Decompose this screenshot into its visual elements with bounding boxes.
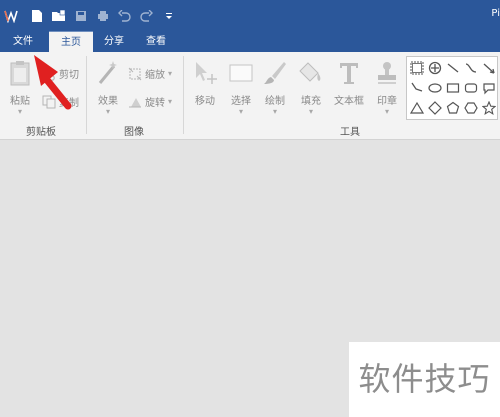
- effects-label: 效果: [98, 96, 118, 107]
- magic-wand-icon: [98, 61, 117, 84]
- paste-button[interactable]: 粘贴 ▾: [6, 60, 34, 116]
- clipboard-group-label: 剪贴板: [26, 127, 56, 138]
- stamp-tool-button[interactable]: 印章 ▾: [372, 60, 402, 116]
- tools-group-label: 工具: [340, 127, 360, 138]
- customize-icon[interactable]: [164, 8, 174, 24]
- select-dropdown-icon: ▾: [238, 107, 243, 116]
- arrow-line-icon[interactable]: [482, 61, 496, 75]
- ribbon-tabs: 文件 主页 分享 查看: [0, 31, 500, 52]
- triangle-icon[interactable]: [410, 101, 424, 115]
- print-icon[interactable]: [96, 8, 110, 24]
- title-bar: Pi: [0, 0, 500, 31]
- paste-label: 粘贴: [10, 96, 30, 107]
- save-icon[interactable]: [74, 8, 88, 24]
- effects-dropdown-icon: ▾: [105, 107, 110, 116]
- ribbon: 粘贴 ▾ 剪切 复制 剪贴板 效果 ▾ 缩放 ▾ 旋转 ▾ 图像 移动 选择 ▾…: [0, 52, 500, 140]
- brush-icon: [264, 62, 286, 84]
- pentagon-icon[interactable]: [446, 101, 460, 115]
- move-label: 移动: [195, 96, 215, 107]
- paint-bucket-icon: [299, 62, 321, 82]
- resize-icon: [128, 67, 142, 80]
- rectangle-icon[interactable]: [446, 81, 460, 95]
- select-label: 选择: [231, 96, 251, 107]
- star-icon[interactable]: [482, 101, 496, 115]
- draw-label: 绘制: [265, 96, 285, 107]
- rotate-dropdown-icon: ▾: [168, 97, 173, 106]
- text-tool-button[interactable]: 文本框: [330, 60, 368, 107]
- draw-tool-button[interactable]: 绘制 ▾: [260, 60, 290, 116]
- fill-tool-button[interactable]: 填充 ▾: [296, 60, 326, 116]
- cut-button[interactable]: 剪切: [42, 66, 79, 81]
- rotate-label: 旋转: [145, 98, 165, 109]
- tab-share[interactable]: 分享: [97, 31, 131, 52]
- scissors-icon: [43, 67, 55, 81]
- resize-button[interactable]: 缩放 ▾: [128, 66, 172, 81]
- curve-icon[interactable]: [464, 61, 478, 75]
- tab-file[interactable]: 文件: [6, 31, 40, 52]
- rotate-button[interactable]: 旋转 ▾: [128, 94, 172, 109]
- select-tool-button[interactable]: 选择 ▾: [226, 60, 256, 116]
- ellipse-icon[interactable]: [428, 81, 442, 95]
- image-group-label: 图像: [124, 127, 144, 138]
- shapes-gallery: [406, 56, 498, 120]
- group-divider: [86, 56, 87, 134]
- group-divider: [183, 56, 184, 134]
- effects-button[interactable]: 效果 ▾: [94, 60, 122, 116]
- line-icon[interactable]: [446, 61, 460, 75]
- text-label: 文本框: [334, 96, 364, 107]
- selection-rect-icon[interactable]: [410, 61, 424, 75]
- tab-home[interactable]: 主页: [49, 31, 93, 52]
- watermark: 软件技巧: [349, 342, 500, 417]
- cut-label: 剪切: [59, 70, 79, 81]
- new-file-icon[interactable]: [30, 8, 44, 24]
- move-icon: [196, 62, 217, 84]
- app-logo-icon[interactable]: [4, 8, 18, 24]
- stamp-icon: [378, 62, 396, 84]
- redo-icon[interactable]: [139, 8, 153, 24]
- text-t-icon: [340, 63, 358, 84]
- app-title: Pi: [491, 8, 500, 19]
- diamond-icon[interactable]: [428, 101, 442, 115]
- paste-dropdown-icon: ▾: [17, 107, 22, 116]
- clipboard-icon: [10, 61, 30, 86]
- draw-dropdown-icon: ▾: [272, 107, 277, 116]
- copy-button[interactable]: 复制: [42, 94, 79, 109]
- fill-label: 填充: [301, 96, 321, 107]
- rounded-rectangle-icon[interactable]: [464, 81, 478, 95]
- stamp-dropdown-icon: ▾: [384, 107, 389, 116]
- polyline-icon[interactable]: [410, 81, 424, 95]
- copy-icon: [42, 95, 56, 108]
- move-tool-button[interactable]: 移动: [190, 60, 220, 107]
- copy-label: 复制: [59, 98, 79, 109]
- undo-icon[interactable]: [117, 8, 131, 24]
- fill-dropdown-icon: ▾: [308, 107, 313, 116]
- open-folder-icon[interactable]: [51, 8, 67, 24]
- hexagon-icon[interactable]: [464, 101, 478, 115]
- resize-dropdown-icon: ▾: [168, 69, 173, 78]
- rotate-icon: [129, 97, 141, 107]
- select-icon: [229, 64, 253, 82]
- circle-cross-icon[interactable]: [428, 61, 442, 75]
- resize-label: 缩放: [145, 70, 165, 81]
- speech-bubble-icon[interactable]: [482, 81, 496, 95]
- tab-view[interactable]: 查看: [139, 31, 173, 52]
- stamp-label: 印章: [377, 96, 397, 107]
